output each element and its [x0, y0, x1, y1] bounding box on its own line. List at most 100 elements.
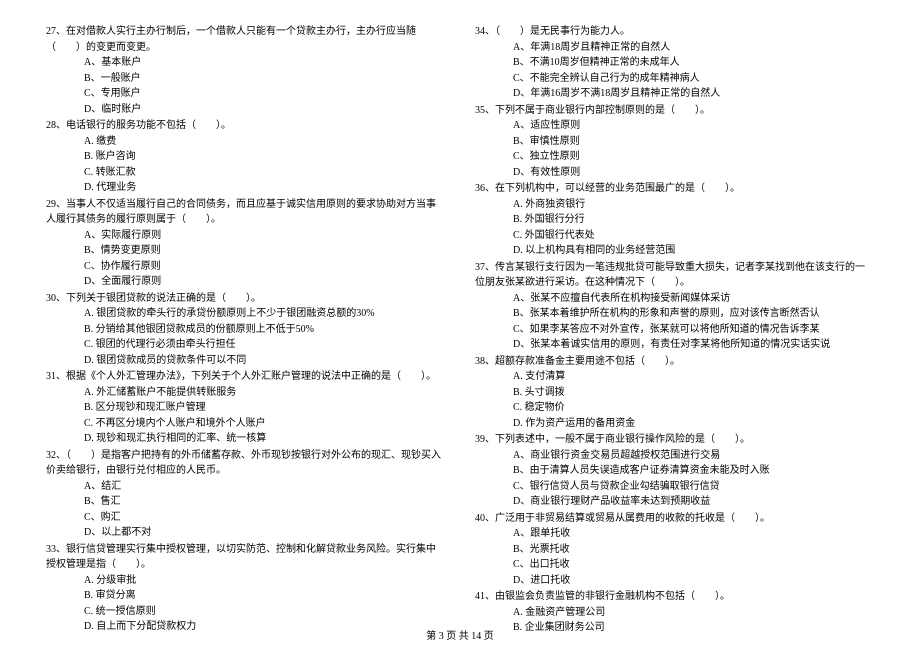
option: B. 账户咨询	[84, 149, 445, 165]
option: B. 区分现钞和现汇账户管理	[84, 400, 445, 416]
question: 38、超额存款准备金主要用途不包括（ ）。A. 支付清算B. 头寸调拨C. 稳定…	[475, 354, 874, 432]
question: 36、在下列机构中，可以经营的业务范围最广的是（ ）。A. 外商独资银行B. 外…	[475, 181, 874, 259]
option-list: A、基本账户B、一般账户C、专用账户D、临时账户	[46, 55, 445, 117]
question-stem: 38、超额存款准备金主要用途不包括（ ）。	[475, 354, 874, 370]
option: D、张某本着诚实信用的原则，有责任对李某将他所知道的情况实话实说	[513, 337, 874, 353]
question: 35、下列不属于商业银行内部控制原则的是（ ）。A、适应性原则B、审慎性原则C、…	[475, 103, 874, 181]
option: D. 以上机构具有相同的业务经营范围	[513, 243, 874, 259]
option-list: A. 外商独资银行B. 外国银行分行C. 外国银行代表处D. 以上机构具有相同的…	[475, 197, 874, 259]
option: B. 分销给其他银团贷款成员的份额原则上不低于50%	[84, 322, 445, 338]
question: 40、广泛用于非贸易结算或贸易从属费用的收款的托收是（ ）。A、跟单托收B、光票…	[475, 511, 874, 589]
option: A、实际履行原则	[84, 228, 445, 244]
question: 37、传言某银行支行因为一笔违规批贷可能导致重大损失，记者李某找到他在该支行的一…	[475, 260, 874, 353]
question-stem: 35、下列不属于商业银行内部控制原则的是（ ）。	[475, 103, 874, 119]
option: D、以上都不对	[84, 525, 445, 541]
question-stem: 39、下列表述中，一般不属于商业银行操作风险的是（ ）。	[475, 432, 874, 448]
option-list: A、适应性原则B、审慎性原则C、独立性原则D、有效性原则	[475, 118, 874, 180]
question: 28、电话银行的服务功能不包括（ ）。A. 缴费B. 账户咨询C. 转账汇款D.…	[46, 118, 445, 196]
option: A. 外汇储蓄账户不能提供转账服务	[84, 385, 445, 401]
question-stem: 32、（ ）是指客户把持有的外币储蓄存款、外币现钞按银行对外公布的现汇、现钞买入…	[46, 448, 445, 479]
option: C. 银团的代理行必须由牵头行担任	[84, 337, 445, 353]
option: A. 金融资产管理公司	[513, 605, 874, 621]
option: B. 审贷分离	[84, 588, 445, 604]
question-stem: 28、电话银行的服务功能不包括（ ）。	[46, 118, 445, 134]
option: C. 不再区分境内个人账户和境外个人账户	[84, 416, 445, 432]
option: D. 银团贷款成员的贷款条件可以不同	[84, 353, 445, 369]
question-stem: 41、由银监会负责监管的非银行金融机构不包括（ ）。	[475, 589, 874, 605]
option-list: A、跟单托收B、光票托收C、出口托收D、进口托收	[475, 526, 874, 588]
option: C. 外国银行代表处	[513, 228, 874, 244]
option-list: A、商业银行资金交易员超越授权范围进行交易B、由于清算人员失误造成客户证券清算资…	[475, 448, 874, 510]
question-stem: 29、当事人不仅适当履行自己的合同债务，而且应基于诚实信用原则的要求协助对方当事…	[46, 197, 445, 228]
option: A. 外商独资银行	[513, 197, 874, 213]
option: C. 稳定物价	[513, 400, 874, 416]
option: A. 分级审批	[84, 573, 445, 589]
option: A、结汇	[84, 479, 445, 495]
option: B、一般账户	[84, 71, 445, 87]
question: 39、下列表述中，一般不属于商业银行操作风险的是（ ）。A、商业银行资金交易员超…	[475, 432, 874, 510]
option-list: A、年满18周岁且精神正常的自然人B、不满10周岁但精神正常的未成年人C、不能完…	[475, 40, 874, 102]
question-stem: 27、在对借款人实行主办行制后，一个借款人只能有一个贷款主办行，主办行应当随（ …	[46, 24, 445, 55]
option: C. 转账汇款	[84, 165, 445, 181]
option-list: A. 外汇储蓄账户不能提供转账服务B. 区分现钞和现汇账户管理C. 不再区分境内…	[46, 385, 445, 447]
option: D、临时账户	[84, 102, 445, 118]
question-stem: 40、广泛用于非贸易结算或贸易从属费用的收款的托收是（ ）。	[475, 511, 874, 527]
option: B、不满10周岁但精神正常的未成年人	[513, 55, 874, 71]
option: C、银行信贷人员与贷款企业勾结骗取银行信贷	[513, 479, 874, 495]
option: B、审慎性原则	[513, 134, 874, 150]
option: C、不能完全辨认自己行为的成年精神病人	[513, 71, 874, 87]
option: D、年满16周岁不满18周岁且精神正常的自然人	[513, 86, 874, 102]
question-stem: 34、（ ）是无民事行为能力人。	[475, 24, 874, 40]
question-stem: 37、传言某银行支行因为一笔违规批贷可能导致重大损失，记者李某找到他在该支行的一…	[475, 260, 874, 291]
option: B、售汇	[84, 494, 445, 510]
option: B、情势变更原则	[84, 243, 445, 259]
option: A、年满18周岁且精神正常的自然人	[513, 40, 874, 56]
option-list: A. 缴费B. 账户咨询C. 转账汇款D. 代理业务	[46, 134, 445, 196]
option: C、如果李某答应不对外宣传，张某就可以将他所知道的情况告诉李某	[513, 322, 874, 338]
option: A、基本账户	[84, 55, 445, 71]
page-footer: 第 3 页 共 14 页	[0, 629, 920, 645]
question: 29、当事人不仅适当履行自己的合同债务，而且应基于诚实信用原则的要求协助对方当事…	[46, 197, 445, 290]
option-list: A、张某不应擅自代表所在机构接受新闻媒体采访B、张某本着维护所在机构的形象和声誉…	[475, 291, 874, 353]
question-stem: 31、根据《个人外汇管理办法》，下列关于个人外汇账户管理的说法中正确的是（ ）。	[46, 369, 445, 385]
option: A. 缴费	[84, 134, 445, 150]
option: A、张某不应擅自代表所在机构接受新闻媒体采访	[513, 291, 874, 307]
question-stem: 36、在下列机构中，可以经营的业务范围最广的是（ ）。	[475, 181, 874, 197]
option: B、张某本着维护所在机构的形象和声誉的原则，应对该传言断然否认	[513, 306, 874, 322]
option: C、独立性原则	[513, 149, 874, 165]
option: D. 作为资产运用的备用资金	[513, 416, 874, 432]
option: B. 头寸调拨	[513, 385, 874, 401]
option: D、商业银行理财产品收益率未达到预期收益	[513, 494, 874, 510]
option: D. 代理业务	[84, 180, 445, 196]
question: 32、（ ）是指客户把持有的外币储蓄存款、外币现钞按银行对外公布的现汇、现钞买入…	[46, 448, 445, 541]
question: 34、（ ）是无民事行为能力人。A、年满18周岁且精神正常的自然人B、不满10周…	[475, 24, 874, 102]
question: 31、根据《个人外汇管理办法》，下列关于个人外汇账户管理的说法中正确的是（ ）。…	[46, 369, 445, 447]
option: C、购汇	[84, 510, 445, 526]
question: 33、银行信贷管理实行集中授权管理，以切实防范、控制和化解贷款业务风险。实行集中…	[46, 542, 445, 635]
option-list: A. 支付清算B. 头寸调拨C. 稳定物价D. 作为资产运用的备用资金	[475, 369, 874, 431]
question: 30、下列关于银团贷款的说法正确的是（ ）。A. 银团贷款的牵头行的承贷份额原则…	[46, 291, 445, 369]
option: A. 支付清算	[513, 369, 874, 385]
question: 27、在对借款人实行主办行制后，一个借款人只能有一个贷款主办行，主办行应当随（ …	[46, 24, 445, 117]
option: D、有效性原则	[513, 165, 874, 181]
option: C、出口托收	[513, 557, 874, 573]
option-list: A、结汇B、售汇C、购汇D、以上都不对	[46, 479, 445, 541]
option: B、光票托收	[513, 542, 874, 558]
option: C、专用账户	[84, 86, 445, 102]
option-list: A. 银团贷款的牵头行的承贷份额原则上不少于银团融资总额的30%B. 分销给其他…	[46, 306, 445, 368]
option: C、协作履行原则	[84, 259, 445, 275]
option: A、商业银行资金交易员超越授权范围进行交易	[513, 448, 874, 464]
option: A、跟单托收	[513, 526, 874, 542]
question-stem: 33、银行信贷管理实行集中授权管理，以切实防范、控制和化解贷款业务风险。实行集中…	[46, 542, 445, 573]
right-column: 34、（ ）是无民事行为能力人。A、年满18周岁且精神正常的自然人B、不满10周…	[475, 24, 874, 637]
question-stem: 30、下列关于银团贷款的说法正确的是（ ）。	[46, 291, 445, 307]
left-column: 27、在对借款人实行主办行制后，一个借款人只能有一个贷款主办行，主办行应当随（ …	[46, 24, 445, 637]
option: D、进口托收	[513, 573, 874, 589]
option-list: A、实际履行原则B、情势变更原则C、协作履行原则D、全面履行原则	[46, 228, 445, 290]
option: A、适应性原则	[513, 118, 874, 134]
option: B. 外国银行分行	[513, 212, 874, 228]
option: B、由于清算人员失误造成客户证券清算资金未能及时入账	[513, 463, 874, 479]
option-list: A. 分级审批B. 审贷分离C. 统一授信原则D. 自上而下分配贷款权力	[46, 573, 445, 635]
option: D、全面履行原则	[84, 274, 445, 290]
two-column-layout: 27、在对借款人实行主办行制后，一个借款人只能有一个贷款主办行，主办行应当随（ …	[46, 24, 874, 637]
